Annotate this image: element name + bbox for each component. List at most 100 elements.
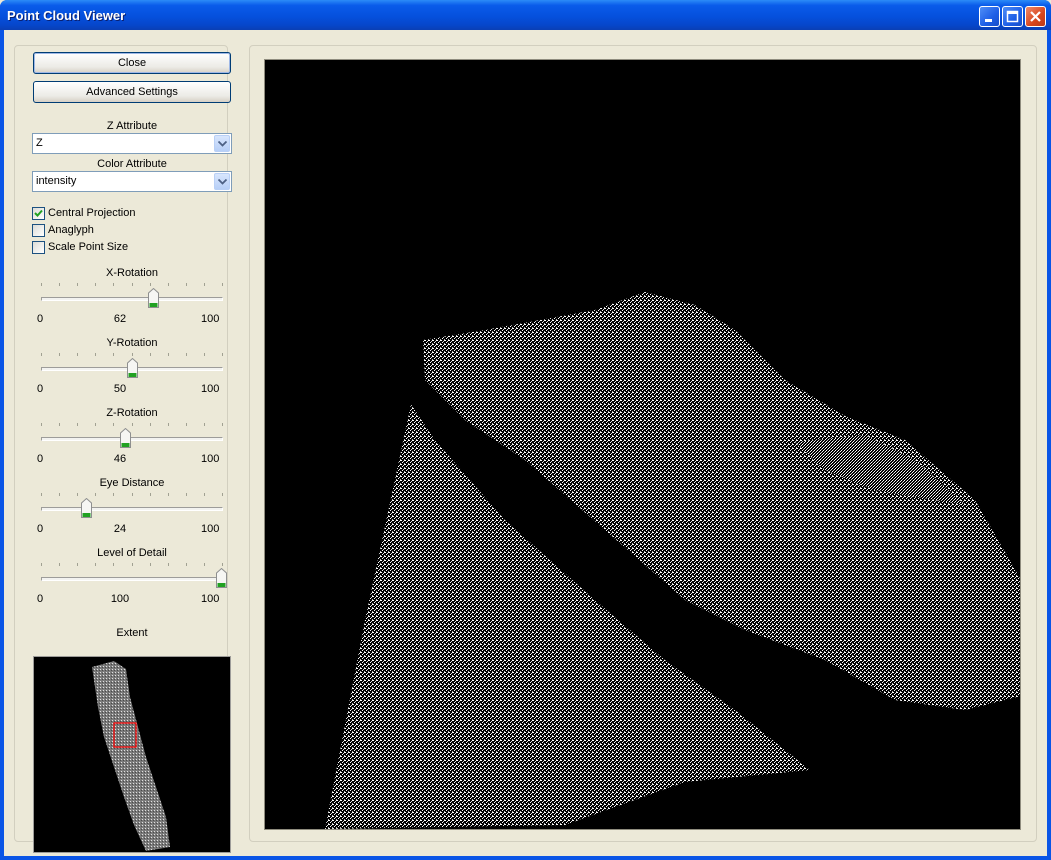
color-attribute-value: intensity	[36, 175, 77, 187]
slider-min-value: 0	[37, 593, 44, 605]
slider-min-value: 0	[37, 313, 44, 325]
slider[interactable]	[41, 287, 223, 313]
point-cloud-view[interactable]	[264, 59, 1021, 830]
client-area: Close Advanced Settings Z Attribute Z Co…	[4, 30, 1047, 856]
slider-track[interactable]	[41, 437, 223, 441]
slider[interactable]	[41, 427, 223, 453]
slider-tick	[95, 423, 97, 426]
slider-max-value: 100	[201, 313, 220, 325]
slider-max-value: 100	[201, 593, 220, 605]
slider-tick	[113, 493, 115, 496]
slider-label: Y-Rotation	[106, 337, 158, 349]
slider-value-value: 62	[113, 313, 127, 325]
slider-tick	[203, 353, 205, 356]
slider-tick	[185, 423, 187, 426]
z-attribute-select[interactable]: Z	[32, 133, 232, 154]
slider-tick	[77, 563, 79, 566]
slider-tick	[131, 563, 133, 566]
slider-tick	[222, 353, 223, 356]
slider-label: Z-Rotation	[106, 407, 158, 419]
slider-tick	[41, 493, 42, 496]
slider-tick	[203, 283, 205, 286]
scale-point-size-label: Scale Point Size	[48, 241, 129, 253]
slider-max-value: 100	[201, 383, 220, 395]
slider-tick	[95, 283, 97, 286]
slider-tick	[167, 563, 169, 566]
slider-tick	[131, 283, 133, 286]
slider-tick	[113, 353, 115, 356]
checkbox-box[interactable]	[32, 241, 45, 254]
slider-tick	[77, 493, 79, 496]
slider-ticks	[41, 283, 223, 286]
slider-label: Eye Distance	[99, 477, 165, 489]
slider[interactable]	[41, 357, 223, 383]
central-projection-label: Central Projection	[48, 207, 136, 219]
window-title: Point Cloud Viewer	[7, 8, 126, 23]
close-icon	[1030, 11, 1041, 22]
slider-track[interactable]	[41, 577, 223, 581]
slider-thumb[interactable]	[216, 567, 227, 588]
slider-tick	[185, 493, 187, 496]
app-window: Point Cloud Viewer Close Advanced Settin…	[0, 0, 1051, 860]
slider-track[interactable]	[41, 507, 223, 511]
chevron-down-icon[interactable]	[214, 135, 230, 152]
slider-tick	[113, 423, 115, 426]
slider-thumb[interactable]	[148, 287, 160, 308]
close-window-button[interactable]	[1025, 6, 1046, 27]
slider-tick	[167, 353, 169, 356]
slider-tick	[59, 353, 61, 356]
slider-max-value: 100	[201, 523, 220, 535]
slider-tick	[59, 563, 61, 566]
z-attribute-value: Z	[36, 137, 43, 149]
extent-overview-map[interactable]	[33, 656, 231, 853]
slider-ticks	[41, 563, 223, 566]
slider-tick	[59, 493, 61, 496]
maximize-icon	[1006, 10, 1019, 23]
minimize-button[interactable]	[979, 6, 1000, 27]
slider-tick	[222, 563, 223, 566]
advanced-settings-button[interactable]: Advanced Settings	[33, 81, 231, 103]
slider-tick	[113, 563, 115, 566]
title-bar[interactable]: Point Cloud Viewer	[0, 0, 1051, 30]
anaglyph-label: Anaglyph	[48, 224, 94, 236]
maximize-button[interactable]	[1002, 6, 1023, 27]
slider-tick	[41, 563, 42, 566]
slider-track[interactable]	[41, 297, 223, 301]
slider-tick	[203, 493, 205, 496]
slider-tick	[167, 493, 169, 496]
close-button[interactable]: Close	[33, 52, 231, 74]
checkbox-box[interactable]	[32, 207, 45, 220]
checkmark-icon	[34, 209, 43, 217]
slider-tick	[131, 493, 133, 496]
point-cloud-render	[325, 292, 1020, 829]
slider-thumb[interactable]	[80, 497, 92, 518]
slider-tick	[185, 563, 187, 566]
slider-tick	[131, 423, 133, 426]
slider-thumb[interactable]	[119, 427, 131, 448]
slider-tick	[41, 353, 42, 356]
slider-tick	[222, 493, 223, 496]
slider-tick	[95, 563, 97, 566]
slider-max-value: 100	[201, 453, 220, 465]
slider[interactable]	[41, 567, 227, 593]
slider-tick	[149, 493, 151, 496]
slider-tick	[41, 283, 42, 286]
slider-tick	[95, 353, 97, 356]
slider-tick	[95, 493, 97, 496]
slider-tick	[77, 283, 79, 286]
slider-tick	[77, 423, 79, 426]
chevron-down-icon[interactable]	[214, 173, 230, 190]
slider[interactable]	[41, 497, 223, 523]
minimize-icon	[985, 19, 992, 22]
slider-tick	[222, 283, 223, 286]
color-attribute-select[interactable]: intensity	[32, 171, 232, 192]
slider-tick	[149, 353, 151, 356]
slider-min-value: 0	[37, 523, 44, 535]
slider-thumb[interactable]	[127, 357, 138, 378]
slider-label: Level of Detail	[97, 547, 167, 559]
slider-ticks	[41, 353, 223, 356]
checkbox-box[interactable]	[32, 224, 45, 237]
slider-tick	[185, 283, 187, 286]
slider-tick	[59, 283, 61, 286]
slider-value-value: 24	[113, 523, 127, 535]
